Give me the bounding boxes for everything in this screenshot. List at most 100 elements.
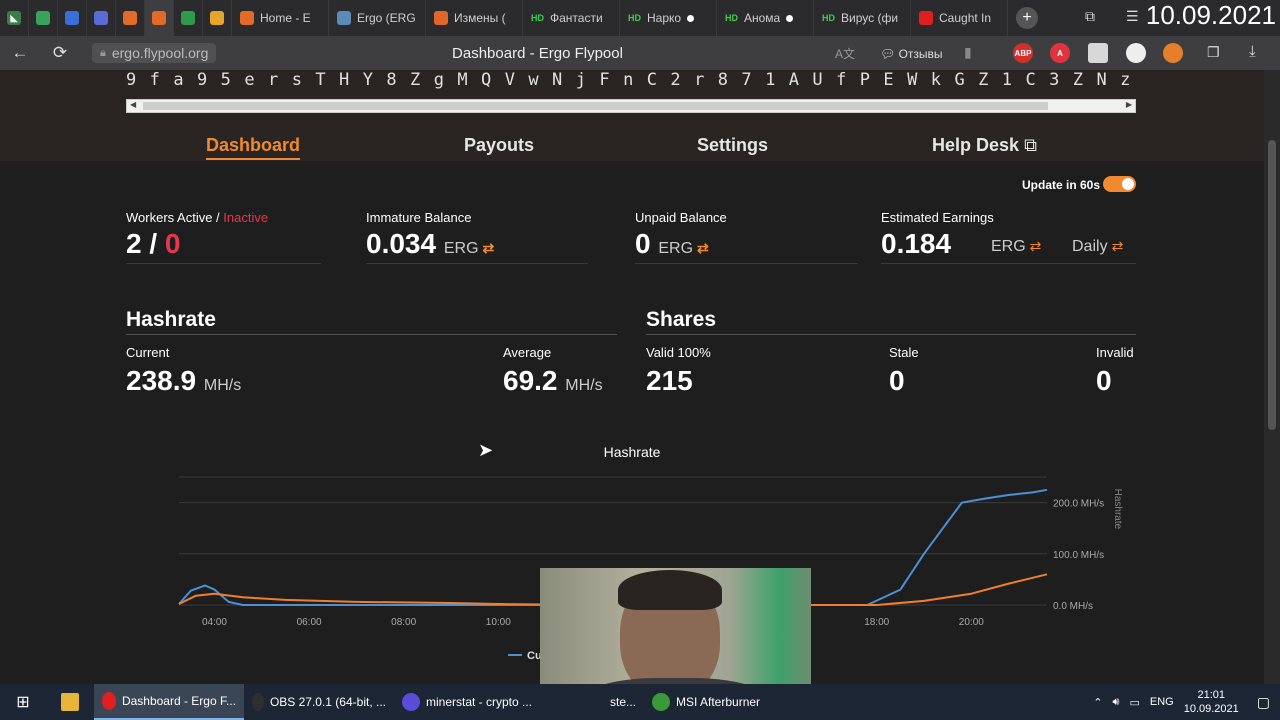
- pickaxe-icon: [123, 11, 137, 25]
- swap-icon[interactable]: ⇄: [483, 240, 495, 256]
- taskbar-item-label: MSI Afterburner: [676, 695, 761, 709]
- browser-tab[interactable]: [58, 0, 87, 36]
- estimated-unit-select[interactable]: ERG ⇄: [991, 238, 1041, 256]
- browser-tab-label: Caught In: [939, 11, 992, 25]
- divider: [126, 334, 617, 335]
- taskbar-item-label: Dashboard - Ergo F...: [121, 694, 236, 708]
- hd-icon: HD: [822, 13, 835, 23]
- workers-label: Workers Active / Inactive: [126, 210, 269, 225]
- taskbar-item[interactable]: MSI Afterburner: [644, 684, 794, 720]
- browser-menu-icon[interactable]: ◣: [0, 0, 29, 36]
- swap-icon[interactable]: ⇄: [1112, 238, 1124, 254]
- y-tick-label: 200.0 MH/s: [1053, 499, 1104, 510]
- clock[interactable]: 21:01 10.09.2021: [1184, 688, 1239, 716]
- notifications-icon[interactable]: ▢: [1257, 694, 1270, 711]
- ergo-icon: [337, 11, 351, 25]
- flag-icon: ▭: [1129, 696, 1140, 709]
- browser-tab[interactable]: [87, 0, 116, 36]
- estimated-period-select[interactable]: Daily ⇄: [1072, 238, 1123, 256]
- swap-icon[interactable]: ⇄: [697, 240, 709, 256]
- scroll-left-icon[interactable]: ◀: [130, 100, 136, 109]
- browser-tab[interactable]: Измены (: [426, 0, 523, 36]
- adguard-icon[interactable]: A: [1050, 43, 1070, 63]
- tab-help-desk[interactable]: Help Desk ⧉: [932, 135, 1037, 156]
- workers-value: 2 / 0: [126, 228, 181, 259]
- swap-icon[interactable]: ⇄: [1030, 238, 1042, 254]
- tab-manager-icon[interactable]: ⧉: [1085, 8, 1095, 25]
- taskbar-item[interactable]: Dashboard - Ergo F...: [94, 684, 244, 720]
- browser-tab[interactable]: HD Нарко: [620, 0, 717, 36]
- valid-shares-value: 215: [646, 365, 693, 396]
- browser-tab[interactable]: [145, 0, 174, 36]
- taskbar-item[interactable]: OBS 27.0.1 (64-bit, ...: [244, 684, 394, 720]
- scrollbar-thumb[interactable]: [1268, 140, 1276, 430]
- tab-payouts[interactable]: Payouts: [464, 135, 534, 156]
- divider: [126, 263, 321, 264]
- browser-tab[interactable]: Caught In: [911, 0, 1008, 36]
- horizontal-scrollbar[interactable]: ◀ ▶: [126, 99, 1136, 113]
- hat-extension-icon[interactable]: [1126, 43, 1146, 63]
- average-hashrate-label: Average: [503, 345, 552, 360]
- update-toggle[interactable]: [1103, 176, 1136, 192]
- browser-tab[interactable]: Ergo (ERG: [329, 0, 426, 36]
- unpaid-balance-value: 0 ERG ⇄: [635, 228, 709, 259]
- browser-tab[interactable]: [203, 0, 232, 36]
- estimated-earnings-label: Estimated Earnings: [881, 210, 994, 225]
- tab-settings[interactable]: Settings: [697, 135, 768, 156]
- estimated-earnings-value: 0.184: [881, 228, 952, 259]
- x-tick-label: 08:00: [391, 617, 416, 628]
- x-tick-label: 06:00: [297, 617, 322, 628]
- browser-tab[interactable]: HD Фантасти: [523, 0, 620, 36]
- browser-tab[interactable]: [174, 0, 203, 36]
- volume-icon[interactable]: 🔊︎: [1113, 696, 1120, 709]
- browser-tab[interactable]: HD Анома: [717, 0, 814, 36]
- browser-tab[interactable]: [29, 0, 58, 36]
- immature-balance-label: Immature Balance: [366, 210, 472, 225]
- browser-tab[interactable]: HD Вирус (фи: [814, 0, 911, 36]
- downloads-icon[interactable]: ⤓: [1249, 43, 1256, 60]
- menu-icon[interactable]: ☰: [1126, 8, 1139, 25]
- nav-tabs: Dashboard Payouts Settings Help Desk ⧉: [0, 133, 1264, 161]
- scroll-right-icon[interactable]: ▶: [1126, 100, 1132, 109]
- windows-start-icon[interactable]: ⊞: [0, 684, 46, 720]
- file-explorer-icon[interactable]: [46, 684, 94, 720]
- x-tick-label: 04:00: [202, 617, 227, 628]
- extension-icon[interactable]: [1088, 43, 1108, 63]
- translate-icon[interactable]: A文: [835, 45, 855, 62]
- update-toggle-label: Update in 60s: [1022, 178, 1101, 192]
- taskbar-item-label: ste...: [609, 695, 636, 709]
- pickaxe-icon: [240, 11, 254, 25]
- x-tick-label: 20:00: [959, 617, 984, 628]
- taskbar-item[interactable]: ste...: [544, 684, 644, 720]
- current-hashrate-label: Current: [126, 345, 170, 360]
- collections-icon[interactable]: ❐: [1207, 44, 1220, 61]
- chart-title: Hashrate: [603, 444, 661, 460]
- vertical-scrollbar[interactable]: [1264, 70, 1280, 684]
- taskbar-item[interactable]: minerstat - crypto ...: [394, 684, 544, 720]
- afterburner-icon: [652, 693, 670, 711]
- divider: [366, 263, 588, 264]
- language-indicator[interactable]: ENG: [1150, 696, 1174, 708]
- invalid-shares-value: 0: [1096, 365, 1112, 396]
- metamask-icon[interactable]: [1163, 43, 1183, 63]
- stale-shares-label: Stale: [889, 345, 919, 360]
- current-hashrate-value: 238.9 MH/s: [126, 365, 242, 396]
- adblock-plus-icon[interactable]: ABP: [1013, 43, 1033, 63]
- tab-dashboard[interactable]: Dashboard: [206, 135, 301, 160]
- address-bar: ← ⟳ 🔒︎ ergo.flypool.org Dashboard - Ergo…: [0, 36, 1280, 70]
- divider: [635, 263, 858, 264]
- invalid-shares-label: Invalid: [1096, 345, 1134, 360]
- scrollbar-thumb[interactable]: [143, 102, 1048, 110]
- browser-tab[interactable]: Home - E: [232, 0, 329, 36]
- windows-taskbar: ⊞ Dashboard - Ergo F... OBS 27.0.1 (64-bi…: [0, 684, 1280, 720]
- chevron-up-icon[interactable]: ⌃: [1093, 696, 1102, 709]
- bookmark-icon[interactable]: ▮: [964, 44, 972, 61]
- browser-tab[interactable]: [116, 0, 145, 36]
- divider: [646, 334, 1136, 335]
- browser-tab-label: Фантасти: [550, 11, 603, 25]
- x-tick-label: 18:00: [864, 617, 889, 628]
- new-tab-button[interactable]: +: [1016, 7, 1038, 29]
- playing-indicator-icon: [687, 14, 695, 22]
- browser-tab-label: Вирус (фи: [841, 11, 899, 25]
- feedback-button[interactable]: 💬︎ Отзывы: [880, 47, 943, 61]
